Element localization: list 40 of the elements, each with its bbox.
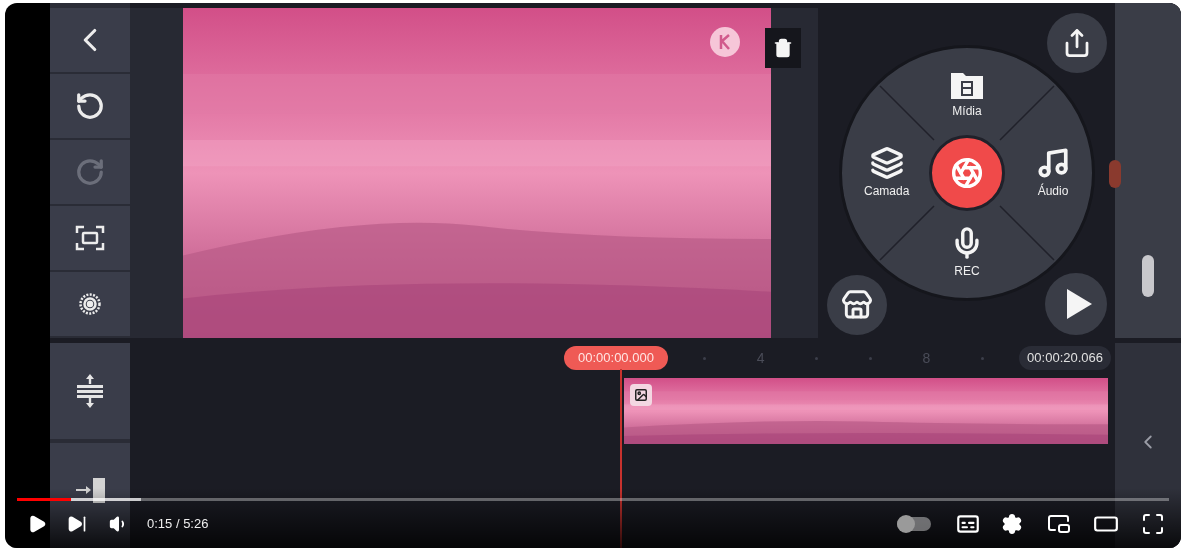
next-button[interactable]	[67, 514, 87, 534]
logo-icon	[709, 26, 741, 58]
redo-icon	[75, 157, 105, 187]
wheel-item[interactable]: Mídia	[950, 70, 984, 120]
timeline-tool-button[interactable]	[50, 343, 130, 439]
next-icon	[67, 514, 87, 534]
track-height-icon	[76, 374, 104, 408]
wheel-item[interactable]: Áudio	[1036, 146, 1070, 200]
autoplay-toggle[interactable]	[897, 517, 931, 531]
settings-icon	[78, 292, 102, 316]
panel-handle[interactable]	[1109, 160, 1121, 188]
fit-screen-icon	[75, 225, 105, 251]
delete-button[interactable]	[765, 28, 801, 68]
store-button[interactable]	[827, 275, 887, 335]
store-icon	[841, 289, 873, 321]
wheel-item[interactable]: Camada	[864, 146, 910, 200]
current-time: 00:00:00.000	[564, 346, 668, 370]
settings-icon[interactable]	[1001, 513, 1023, 535]
wheel-item[interactable]: REC	[950, 226, 984, 280]
progress-track[interactable]	[17, 498, 1169, 501]
folder-icon	[950, 70, 984, 100]
miniplayer-icon[interactable]	[1047, 512, 1071, 536]
fullscreen-icon[interactable]	[1141, 512, 1165, 536]
play-icon	[1064, 288, 1093, 320]
undo-icon	[75, 91, 105, 121]
timeline-tool-button[interactable]	[50, 443, 130, 548]
scroll-handle[interactable]	[1142, 255, 1154, 297]
toolbar-button[interactable]	[50, 206, 130, 270]
aperture-icon	[951, 157, 983, 189]
total-time: 00:00:20.066	[1019, 346, 1111, 370]
share-button[interactable]	[1047, 13, 1107, 73]
toolbar-button[interactable]	[50, 74, 130, 138]
play-icon	[27, 514, 47, 534]
trash-icon	[773, 38, 793, 58]
time-display: 0:15 / 5:26	[147, 515, 209, 534]
music-note-icon	[1036, 146, 1070, 180]
capture-button[interactable]	[929, 135, 1005, 211]
toolbar-button[interactable]	[50, 272, 130, 336]
layers-icon	[869, 146, 904, 180]
jump-icon	[75, 477, 105, 503]
